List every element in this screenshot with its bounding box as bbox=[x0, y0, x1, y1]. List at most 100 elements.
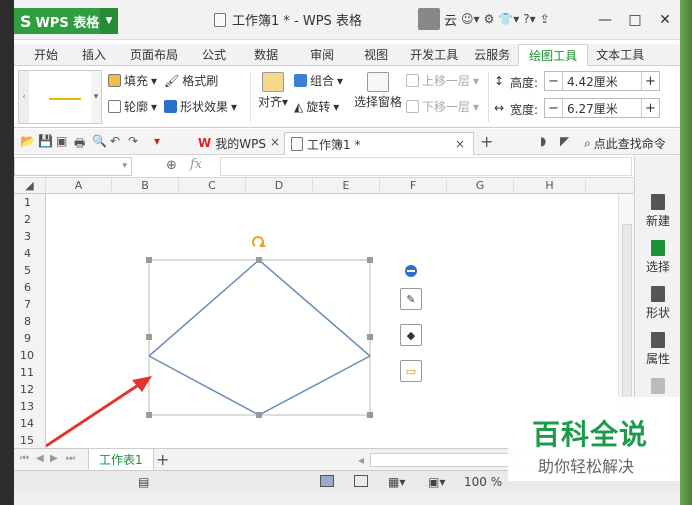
width-increase-button[interactable]: + bbox=[641, 99, 659, 117]
panel-shape-button[interactable]: 形状 bbox=[635, 286, 680, 321]
row-header[interactable]: 4 bbox=[14, 245, 46, 262]
maximize-button[interactable]: □ bbox=[620, 8, 650, 32]
panel-more-button[interactable] bbox=[635, 378, 680, 396]
bring-forward-button[interactable]: 上移一层 ▾ bbox=[406, 72, 479, 89]
gallery-prev-icon[interactable]: ‹ bbox=[19, 71, 29, 123]
column-header[interactable]: F bbox=[380, 178, 447, 194]
next-sheet-icon[interactable]: ▶ bbox=[50, 453, 58, 464]
upload-icon[interactable]: ⇪ bbox=[540, 12, 550, 26]
panel-properties-button[interactable]: 属性 bbox=[635, 332, 680, 367]
height-decrease-button[interactable]: − bbox=[545, 72, 563, 90]
add-sheet-icon[interactable]: + bbox=[156, 450, 169, 469]
row-header[interactable]: 7 bbox=[14, 296, 46, 313]
print-preview-icon[interactable]: 🔍 bbox=[92, 134, 107, 148]
user-area[interactable]: 云 ☺▾ ⚙ 👕▾ ?▾ ⇪ bbox=[418, 8, 550, 30]
user-name[interactable]: 云 bbox=[444, 10, 457, 29]
column-header[interactable]: H bbox=[514, 178, 586, 194]
share-icon[interactable]: ◤ bbox=[560, 134, 569, 148]
tab-workbook1-close-icon[interactable]: × bbox=[455, 137, 465, 151]
tab-data[interactable]: 数据 bbox=[238, 44, 294, 66]
macro-icon[interactable]: ▤ bbox=[138, 475, 149, 489]
new-tab-icon[interactable]: + bbox=[480, 132, 493, 151]
minimize-button[interactable]: — bbox=[590, 8, 620, 32]
formula-input[interactable] bbox=[220, 157, 632, 176]
row-header[interactable]: 8 bbox=[14, 313, 46, 330]
width-input[interactable]: − 6.27厘米 + bbox=[544, 98, 660, 118]
align-button[interactable]: 对齐▾ bbox=[258, 72, 288, 110]
redo-icon[interactable]: ↷ bbox=[128, 134, 138, 148]
last-sheet-icon[interactable]: ⏭ bbox=[66, 453, 75, 464]
close-button[interactable]: ✕ bbox=[650, 8, 680, 32]
app-menu-button[interactable]: S WPS 表格 ▼ bbox=[14, 8, 118, 34]
vertical-scroll-thumb[interactable] bbox=[622, 224, 632, 424]
open-icon[interactable]: 📂 bbox=[20, 134, 35, 148]
row-header[interactable]: 10 bbox=[14, 347, 46, 364]
column-header[interactable]: D bbox=[246, 178, 313, 194]
row-header[interactable]: 12 bbox=[14, 381, 46, 398]
eye-mode-icon[interactable]: ▣▾ bbox=[428, 475, 445, 489]
height-increase-button[interactable]: + bbox=[641, 72, 659, 90]
save-icon[interactable]: 💾 bbox=[38, 134, 53, 148]
shape-effect-button[interactable]: 形状效果 ▾ bbox=[164, 98, 237, 115]
row-header[interactable]: 1 bbox=[14, 194, 46, 211]
select-all-corner[interactable]: ◢ bbox=[14, 178, 46, 194]
tab-workbook1[interactable]: 工作簿1 * × bbox=[284, 132, 474, 155]
help-icon[interactable]: ?▾ bbox=[523, 12, 535, 26]
prev-sheet-icon[interactable]: ◀ bbox=[36, 453, 44, 464]
tab-view[interactable]: 视图 bbox=[350, 44, 402, 66]
column-header[interactable]: E bbox=[313, 178, 380, 194]
rotate-button[interactable]: ◭ 旋转 ▾ bbox=[294, 98, 339, 115]
row-header[interactable]: 14 bbox=[14, 415, 46, 432]
edit-shape-icon[interactable]: ✎ bbox=[400, 288, 422, 310]
shape-style-gallery[interactable]: ‹ ▾ bbox=[18, 70, 102, 124]
undo-icon[interactable]: ↶ bbox=[110, 134, 120, 148]
outline-button[interactable]: 轮廓 ▾ bbox=[108, 98, 157, 115]
tab-home[interactable]: 开始 bbox=[14, 44, 70, 66]
scroll-left-icon[interactable]: ◂ bbox=[358, 453, 364, 467]
zoom-formula-icon[interactable]: ⊕ bbox=[166, 158, 177, 173]
row-header[interactable]: 15 bbox=[14, 432, 46, 449]
column-header[interactable]: A bbox=[46, 178, 112, 194]
app-menu-dropdown-icon[interactable]: ▼ bbox=[100, 8, 118, 34]
freeform-line-shape[interactable] bbox=[148, 259, 371, 357]
format-painter-button[interactable]: 🖌 格式刷 bbox=[164, 72, 218, 89]
command-search[interactable]: ⌕ 点此查找命令 bbox=[584, 135, 666, 152]
panel-select-button[interactable]: 选择 bbox=[635, 240, 680, 275]
tab-cloud[interactable]: 云服务 bbox=[466, 44, 518, 66]
column-header[interactable]: C bbox=[179, 178, 246, 194]
page-break-view-icon[interactable] bbox=[354, 475, 368, 490]
avatar[interactable] bbox=[418, 8, 440, 30]
zoom-level[interactable]: 100 % bbox=[464, 475, 502, 489]
selection-pane-button[interactable]: 选择窗格 bbox=[354, 72, 402, 110]
tab-page-layout[interactable]: 页面布局 bbox=[118, 44, 190, 66]
fx-icon[interactable]: fx bbox=[190, 157, 202, 172]
tab-my-wps-close-icon[interactable]: × bbox=[270, 135, 280, 149]
freeform-line-shape[interactable] bbox=[148, 355, 371, 416]
skin-icon[interactable]: 👕▾ bbox=[498, 12, 519, 26]
group-button[interactable]: 组合 ▾ bbox=[294, 72, 343, 89]
sheet-tab-1[interactable]: 工作表1 bbox=[88, 449, 154, 471]
row-header[interactable]: 3 bbox=[14, 228, 46, 245]
row-header[interactable]: 9 bbox=[14, 330, 46, 347]
line-style-preview[interactable] bbox=[49, 98, 81, 100]
column-header[interactable]: G bbox=[447, 178, 514, 194]
customize-icon[interactable]: ▾ bbox=[154, 134, 160, 148]
export-pdf-icon[interactable]: ▣ bbox=[56, 134, 67, 148]
normal-view-icon[interactable] bbox=[320, 475, 334, 490]
gallery-more-icon[interactable]: ▾ bbox=[91, 71, 101, 123]
tab-developer[interactable]: 开发工具 bbox=[402, 44, 466, 66]
tab-insert[interactable]: 插入 bbox=[70, 44, 118, 66]
tab-formula[interactable]: 公式 bbox=[190, 44, 238, 66]
resize-handles[interactable] bbox=[146, 257, 373, 418]
fill-button[interactable]: 填充 ▾ bbox=[108, 72, 157, 89]
selection-frame[interactable] bbox=[148, 259, 371, 416]
fill-tool-icon[interactable]: ◆ bbox=[400, 324, 422, 346]
height-input[interactable]: − 4.42厘米 + bbox=[544, 71, 660, 91]
row-header[interactable]: 13 bbox=[14, 398, 46, 415]
emoji-icon[interactable]: ☺▾ bbox=[461, 12, 480, 26]
row-header[interactable]: 11 bbox=[14, 364, 46, 381]
first-sheet-icon[interactable]: ⏮ bbox=[20, 453, 29, 464]
cloud-icon[interactable]: ◗ bbox=[540, 134, 546, 148]
settings-icon[interactable]: ⚙ bbox=[484, 12, 495, 26]
outline-tool-icon[interactable]: ▭ bbox=[400, 360, 422, 382]
